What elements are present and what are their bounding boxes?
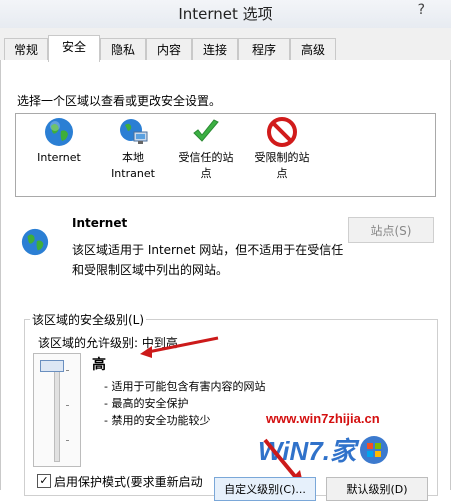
default-level-button[interactable]: 默认级别(D) bbox=[326, 477, 428, 501]
tab-security[interactable]: 安全 bbox=[48, 35, 100, 62]
protected-mode-checkbox[interactable]: ✓ bbox=[37, 474, 51, 488]
custom-level-button[interactable]: 自定义级别(C)... bbox=[214, 477, 316, 501]
protected-mode-label: 启用保护模式(要求重新启动 bbox=[54, 475, 203, 489]
annotation-arrows bbox=[140, 336, 304, 488]
